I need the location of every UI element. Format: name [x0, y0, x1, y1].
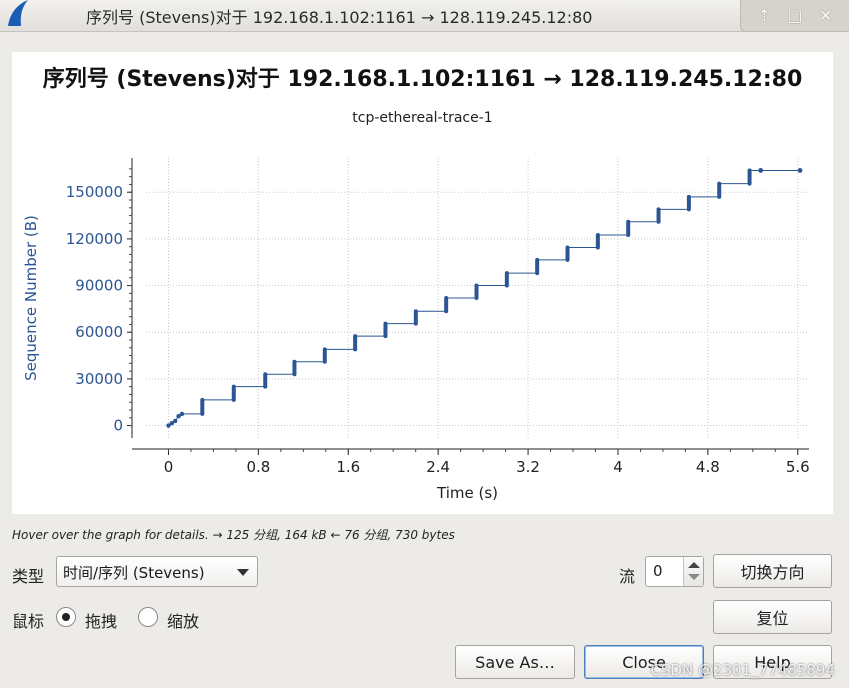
y-tick-label: 30000 — [75, 370, 123, 388]
segment-point — [173, 418, 178, 424]
segment-point — [179, 411, 185, 417]
zoom-label[interactable]: 缩放 — [167, 608, 199, 632]
title-bar[interactable]: 序列号 (Stevens)对于 192.168.1.102:1161 → 128… — [0, 0, 849, 32]
x-tick-label: 0 — [164, 458, 174, 476]
x-tick-label: 2.4 — [426, 458, 450, 476]
graph-type-value: 时间/序列 (Stevens) — [63, 564, 205, 582]
wireshark-fin-icon — [8, 0, 28, 26]
mouse-label: 鼠标 — [12, 612, 45, 631]
stream-value: 0 — [653, 562, 663, 580]
y-tick-label: 120000 — [66, 230, 123, 248]
x-tick-label: 4 — [613, 458, 623, 476]
stream-stepper[interactable] — [683, 557, 703, 586]
type-label: 类型 — [12, 567, 45, 586]
reset-button[interactable]: 复位 — [713, 600, 832, 634]
maximize-icon[interactable]: □ — [783, 4, 807, 28]
y-tick-label: 150000 — [66, 183, 123, 201]
keep-above-icon[interactable]: ⇡ — [752, 4, 776, 28]
hover-hint: Hover over the graph for details. → 125 … — [12, 528, 455, 542]
close-icon[interactable]: ✕ — [814, 4, 838, 28]
segment-point — [758, 168, 764, 173]
sequence-step-line — [168, 169, 801, 426]
x-tick-label: 4.8 — [696, 458, 720, 476]
drag-label[interactable]: 拖拽 — [85, 608, 117, 632]
x-axis-label: Time (s) — [436, 484, 498, 502]
stream-spinbox[interactable]: 0 — [645, 556, 704, 587]
graph-panel[interactable]: 序列号 (Stevens)对于 192.168.1.102:1161 → 128… — [12, 52, 833, 514]
x-tick-label: 0.8 — [246, 458, 270, 476]
x-tick-label: 5.6 — [786, 458, 810, 476]
graph-type-select[interactable]: 时间/序列 (Stevens) — [56, 556, 258, 587]
y-axis-label: Sequence Number (B) — [22, 215, 40, 381]
window-controls: ⇡ □ ✕ — [740, 0, 849, 32]
drag-radio[interactable] — [56, 607, 76, 627]
save-as-button[interactable]: Save As… — [455, 645, 575, 679]
sequence-graph[interactable]: 0 30000 60000 90000 120000 150000 0 0.8 1.6 2.4 3.… — [12, 52, 833, 514]
y-tick-label: 60000 — [75, 323, 123, 341]
decrement-arrow-icon[interactable] — [688, 574, 700, 580]
watermark-text: CSDN @2301_77485894 — [650, 661, 835, 679]
y-tick-label: 0 — [113, 417, 123, 435]
increment-arrow-icon[interactable] — [688, 562, 700, 568]
chevron-down-icon — [237, 569, 249, 576]
x-tick-label: 1.6 — [336, 458, 360, 476]
switch-direction-button[interactable]: 切换方向 — [713, 554, 832, 588]
window-title: 序列号 (Stevens)对于 192.168.1.102:1161 → 128… — [86, 8, 593, 27]
radio-selected-dot — [62, 613, 70, 621]
stream-label: 流 — [619, 567, 636, 586]
segment-point — [797, 168, 803, 173]
zoom-radio[interactable] — [138, 607, 158, 627]
y-tick-label: 90000 — [75, 277, 123, 295]
x-tick-label: 3.2 — [516, 458, 540, 476]
